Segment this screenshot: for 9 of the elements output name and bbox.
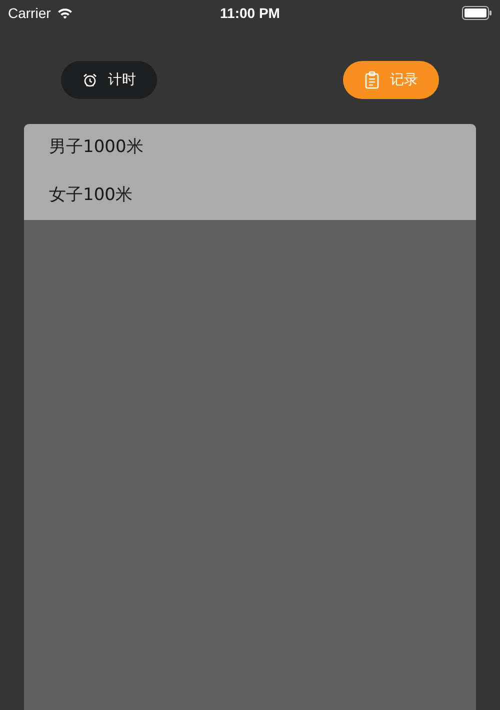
- carrier-label: Carrier: [8, 4, 51, 22]
- wifi-icon: [56, 7, 73, 19]
- clock-time: 11:00 PM: [220, 4, 280, 22]
- record-item[interactable]: 男子1000米: [24, 124, 476, 172]
- record-item[interactable]: 女子100米: [24, 172, 476, 220]
- clipboard-icon: [364, 71, 380, 89]
- alarm-clock-icon: [82, 72, 98, 88]
- battery-icon: [462, 6, 492, 20]
- tab[interactable]: 计时: [61, 61, 157, 99]
